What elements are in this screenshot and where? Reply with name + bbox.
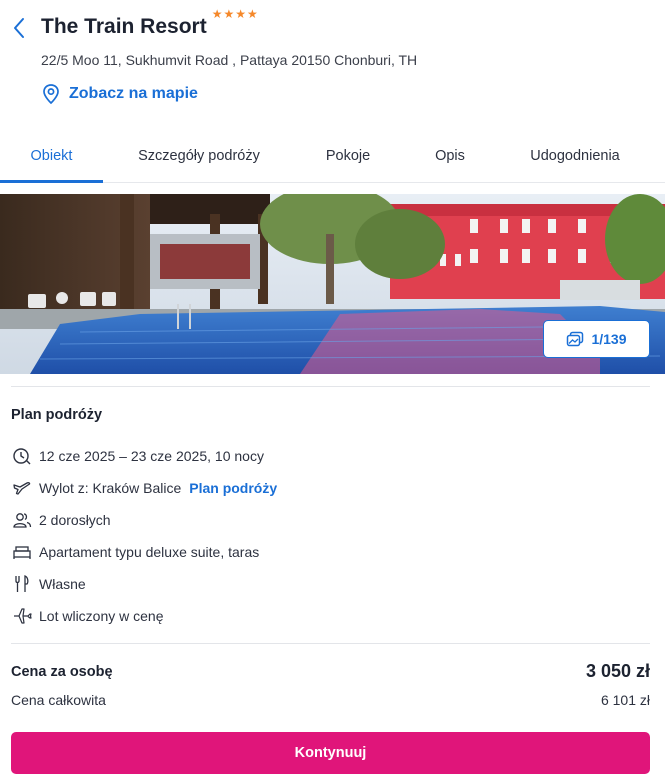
plan-item-flight: Lot wliczony w cenę bbox=[11, 605, 164, 627]
calendar-icon bbox=[11, 445, 33, 467]
continue-button[interactable]: Kontynuuj bbox=[11, 732, 650, 774]
plan-dates-text: 12 cze 2025 – 23 cze 2025, 10 nocy bbox=[39, 448, 264, 464]
divider bbox=[11, 643, 650, 644]
map-link-label: Zobacz na mapie bbox=[69, 85, 198, 102]
tab-pokoje[interactable]: Pokoje bbox=[312, 135, 384, 183]
star-icon: ★ bbox=[211, 7, 223, 21]
tab-opis[interactable]: Opis bbox=[422, 135, 478, 183]
travellers-text: 2 dorosłych bbox=[39, 512, 111, 528]
plan-item-room: Apartament typu deluxe suite, taras bbox=[11, 541, 259, 563]
gallery-icon bbox=[567, 331, 584, 347]
board-text: Własne bbox=[39, 576, 86, 592]
tab-udogodnienia[interactable]: Udogodnienia bbox=[520, 135, 630, 183]
travel-plan-link[interactable]: Plan podróży bbox=[189, 480, 277, 496]
gallery-counter: 1/139 bbox=[591, 331, 627, 347]
tab-obiekt[interactable]: Obiekt bbox=[0, 135, 103, 183]
people-icon bbox=[11, 509, 33, 531]
hotel-address: 22/5 Moo 11, Sukhumvit Road , Pattaya 20… bbox=[41, 52, 418, 68]
bed-icon bbox=[11, 541, 33, 563]
plan-item-board: Własne bbox=[11, 573, 86, 595]
star-icon: ★ bbox=[235, 7, 246, 21]
room-text: Apartament typu deluxe suite, taras bbox=[39, 544, 260, 560]
divider bbox=[11, 386, 650, 387]
map-link[interactable]: Zobacz na mapie bbox=[41, 83, 198, 105]
plan-item-dates: 12 cze 2025 – 23 cze 2025, 10 nocy bbox=[11, 445, 264, 467]
cutlery-icon bbox=[11, 573, 33, 595]
tab-szczegoly-podrozy[interactable]: Szczegóły podróży bbox=[124, 135, 274, 183]
star-icon: ★ bbox=[223, 7, 235, 21]
total-price-label: Cena całkowita bbox=[11, 692, 106, 708]
plane-icon bbox=[11, 605, 33, 627]
active-tab-indicator bbox=[0, 180, 103, 183]
hotel-title: The Train Resort bbox=[41, 15, 207, 38]
flight-text: Lot wliczony w cenę bbox=[39, 608, 164, 624]
back-button[interactable] bbox=[6, 14, 32, 42]
hotel-header: The Train Resort ★ ★ ★ ★ 22/5 Moo 11, Su… bbox=[0, 0, 665, 122]
total-price-value: 6 101 zł bbox=[600, 692, 650, 708]
tab-bar: Obiekt Szczegóły podróży Pokoje Opis Udo… bbox=[0, 135, 665, 183]
map-pin-icon bbox=[43, 84, 59, 105]
plan-item-travellers: 2 dorosłych bbox=[11, 509, 111, 531]
price-per-person-value: 3 050 zł bbox=[585, 661, 650, 681]
plan-item-departure: Wylot z: Kraków Balice Plan podróży bbox=[11, 477, 277, 499]
plan-section-title: Plan podróży bbox=[11, 407, 103, 423]
departure-text: Wylot z: Kraków Balice bbox=[39, 480, 182, 496]
price-per-person-label: Cena za osobę bbox=[11, 664, 113, 680]
plane-departure-icon bbox=[11, 477, 33, 499]
chevron-left-icon bbox=[14, 18, 24, 38]
star-icon: ★ bbox=[247, 7, 258, 21]
star-rating: ★ ★ ★ ★ bbox=[212, 8, 258, 20]
gallery-button[interactable]: 1/139 bbox=[543, 320, 650, 358]
title-row: The Train Resort ★ ★ ★ ★ bbox=[41, 8, 258, 41]
